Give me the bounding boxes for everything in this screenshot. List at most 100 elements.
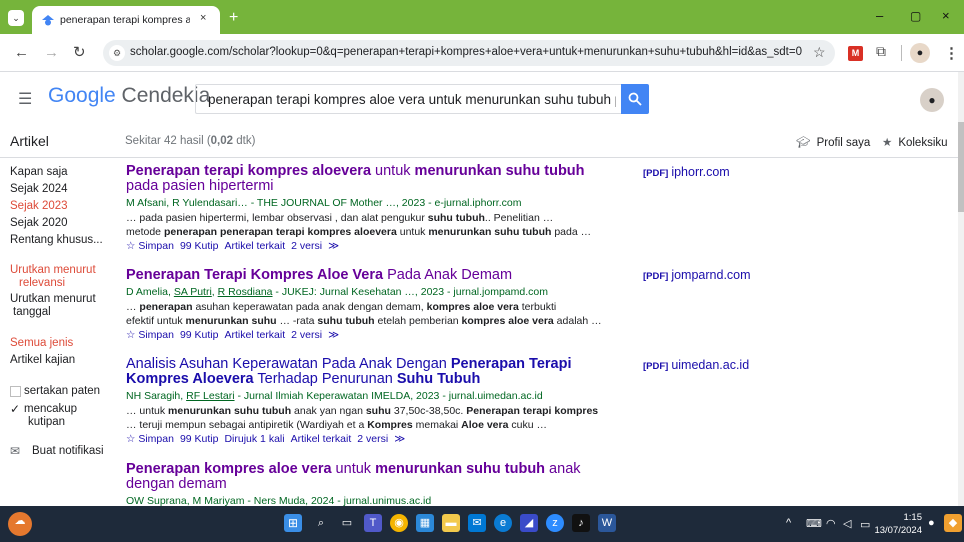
result-snippet: … untuk menurunkan suhu tubuh anak yan n… [126, 405, 599, 431]
result-action-link[interactable]: ☆ Simpan [126, 433, 174, 445]
weather-widget-icon[interactable]: ☁ [8, 512, 32, 536]
zoom-icon[interactable]: z [546, 514, 564, 532]
type-all[interactable]: Semua jenis [10, 337, 73, 350]
clock-time: 1:15 [903, 512, 923, 523]
result-action-link[interactable]: Artikel terkait [224, 329, 285, 341]
pdf-link[interactable]: [PDF] iphorr.com [643, 165, 730, 179]
result-action-link[interactable]: Artikel terkait [224, 240, 285, 252]
filter-custom-range[interactable]: Rentang khusus... [10, 234, 103, 247]
result-action-link[interactable]: 99 Kutip [180, 329, 219, 341]
browser-toolbar: ← → ↻ ⚙ scholar.google.com/scholar?looku… [0, 34, 964, 72]
star-icon: ★ [882, 137, 893, 149]
results-count: Sekitar 42 hasil (0,02 dtk) [125, 135, 256, 147]
result-action-link[interactable]: ≫ [328, 240, 339, 252]
url-text[interactable]: scholar.google.com/scholar?lookup=0&q=pe… [130, 46, 802, 58]
keyboard-icon[interactable]: ⌨ [806, 517, 822, 530]
result-actions: ☆ Simpan 99 Kutip Dirujuk 1 kali Artikel te… [126, 432, 606, 447]
back-arrow-icon[interactable]: ← [14, 45, 29, 60]
search-input[interactable]: penerapan terapi kompres aloe vera untuk… [208, 92, 616, 107]
start-button-icon[interactable]: ⊞ [284, 514, 302, 532]
maximize-button[interactable]: ▢ [910, 9, 921, 23]
forward-arrow-icon[interactable]: → [44, 45, 59, 60]
site-info-icon[interactable]: ⚙ [109, 45, 125, 61]
tiktok-icon[interactable]: ♪ [572, 514, 590, 532]
wifi-icon[interactable]: ◠ [826, 517, 836, 530]
result-title[interactable]: Penerapan terapi kompres aloevera untuk … [126, 164, 606, 194]
my-profile-link[interactable]: 🎓︎ Profil saya [796, 135, 870, 149]
pdf-link[interactable]: [PDF] jomparnd.com [643, 268, 751, 282]
notification-bell-icon[interactable]: ● [928, 517, 935, 529]
result-title[interactable]: Penerapan Terapi Kompres Aloe Vera Pada … [126, 268, 606, 283]
close-window-button[interactable]: × [942, 8, 950, 23]
file-explorer-icon[interactable]: ▬ [442, 514, 460, 532]
result-action-link[interactable]: 99 Kutip [180, 240, 219, 252]
include-patents-label[interactable]: sertakan paten [24, 385, 100, 398]
edge-icon[interactable]: e [494, 514, 512, 532]
chrome-icon[interactable]: ◉ [390, 514, 408, 532]
filter-anytime[interactable]: Kapan saja [10, 166, 68, 179]
reload-icon[interactable]: ↻ [73, 45, 86, 60]
hamburger-menu-icon[interactable]: ☰ [18, 89, 32, 109]
filter-since-2024[interactable]: Sejak 2024 [10, 183, 68, 196]
type-review-articles[interactable]: Artikel kajian [10, 354, 75, 367]
include-citations-checkmark-icon[interactable]: ✓ [10, 402, 20, 416]
result-title[interactable]: Analisis Asuhan Keperawatan Pada Anak De… [126, 357, 606, 387]
search-icon[interactable]: ⌕ [312, 514, 330, 532]
search-button[interactable] [621, 84, 649, 114]
result-action-link[interactable]: 2 versi [291, 240, 322, 252]
result-actions: ☆ Simpan 99 Kutip Artikel terkait 2 versi ≫ [126, 239, 606, 254]
result-action-link[interactable]: Dirujuk 1 kali [224, 433, 284, 445]
sort-date[interactable]: Urutkan menurut tanggal [10, 293, 96, 319]
result-action-link[interactable]: 99 Kutip [180, 433, 219, 445]
minimize-button[interactable]: – [876, 8, 883, 23]
my-library-link[interactable]: ★ Koleksiku [882, 135, 948, 149]
search-result: Penerapan Terapi Kompres Aloe Vera Pada … [126, 268, 606, 343]
include-patents-checkbox[interactable] [10, 386, 21, 397]
scholar-header: ☰ Google Cendekia penerapan terapi kompr… [0, 72, 964, 122]
new-tab-button[interactable]: + [229, 9, 238, 27]
result-action-link[interactable]: ≫ [394, 433, 405, 445]
tab-close-icon[interactable]: × [200, 12, 206, 24]
volume-icon[interactable]: ◁ [843, 517, 851, 530]
bookmark-star-icon[interactable]: ☆ [813, 44, 826, 61]
create-alert-link[interactable]: Buat notifikasi [32, 445, 104, 458]
extensions-puzzle-icon[interactable]: ⧉ [876, 43, 886, 60]
scholar-favicon-icon [42, 15, 54, 26]
filter-since-2023[interactable]: Sejak 2023 [10, 200, 68, 213]
browser-menu-icon[interactable]: ⋮ [944, 44, 959, 62]
result-action-link[interactable]: ☆ Simpan [126, 329, 174, 341]
battery-icon[interactable]: ▭ [860, 518, 870, 531]
mail-icon[interactable]: ✉ [468, 514, 486, 532]
pdf-link[interactable]: [PDF] uimedan.ac.id [643, 358, 749, 372]
task-view-icon[interactable]: ▭ [338, 514, 356, 532]
result-actions: ☆ Simpan 99 Kutip Artikel terkait 2 versi ≫ [126, 328, 606, 343]
user-avatar[interactable]: ● [920, 88, 944, 112]
result-action-link[interactable]: ☆ Simpan [126, 240, 174, 252]
result-action-link[interactable]: Artikel terkait [291, 433, 352, 445]
result-action-link[interactable]: 2 versi [291, 329, 322, 341]
filter-since-2020[interactable]: Sejak 2020 [10, 217, 68, 230]
scholar-logo[interactable]: Google Cendekia [48, 84, 210, 108]
result-action-link[interactable]: 2 versi [357, 433, 388, 445]
page-scrollbar[interactable] [958, 72, 964, 506]
browser-tab[interactable]: penerapan terapi kompres aloe × [32, 6, 220, 34]
app-blue-icon[interactable]: ◢ [520, 514, 538, 532]
result-authors: D Amelia, SA Putri, R Rosdiana - JUKEJ: … [126, 286, 548, 298]
browser-profile-avatar[interactable]: ● [910, 43, 930, 63]
result-title[interactable]: Penerapan kompres aloe vera untuk menuru… [126, 462, 606, 492]
result-action-link[interactable]: ≫ [328, 329, 339, 341]
widgets-icon[interactable]: ◆ [944, 514, 962, 532]
sort-relevance[interactable]: Urutkan menurut relevansi [10, 264, 96, 290]
search-box[interactable]: penerapan terapi kompres aloe vera untuk… [195, 84, 621, 114]
system-clock[interactable]: 1:15 13/07/2024 [872, 511, 922, 537]
extension-red-icon[interactable]: M [848, 46, 863, 61]
address-bar[interactable]: ⚙ scholar.google.com/scholar?lookup=0&q=… [103, 40, 835, 66]
word-icon[interactable]: W [598, 514, 616, 532]
scrollbar-thumb[interactable] [958, 122, 964, 212]
tab-search-menu-icon[interactable]: ⌄ [8, 10, 24, 26]
teams-icon[interactable]: T [364, 514, 382, 532]
tray-chevron-icon[interactable]: ^ [786, 517, 791, 529]
logo-google: Google [48, 84, 116, 107]
include-citations-label[interactable]: mencakup kutipan [24, 403, 77, 429]
calendar-app-icon[interactable]: ▦ [416, 514, 434, 532]
